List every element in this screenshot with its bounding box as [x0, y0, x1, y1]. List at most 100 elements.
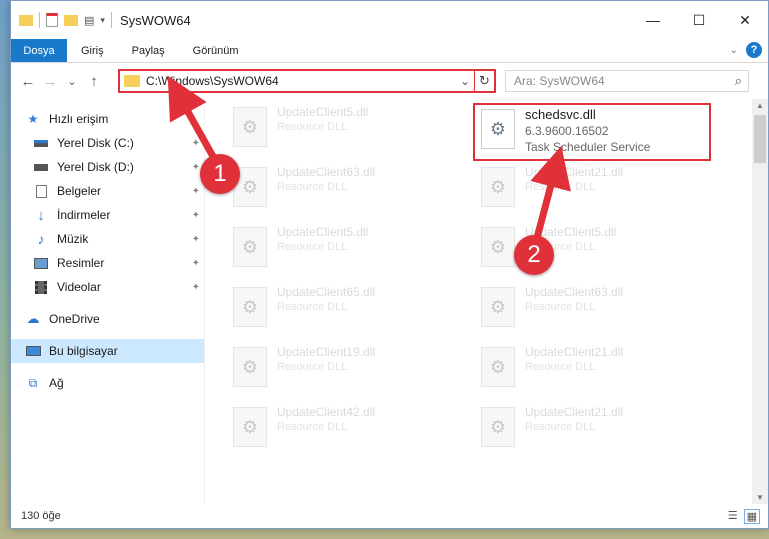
expand-ribbon-icon[interactable]: ⌄	[730, 45, 738, 56]
file-name: UpdateClient5.dll	[277, 105, 369, 119]
tab-view[interactable]: Görünüm	[179, 39, 253, 62]
sidebar-item-label: Ağ	[49, 376, 64, 390]
ribbon-right: ⌄ ?	[730, 42, 762, 58]
window-controls: — ☐ ✕	[630, 1, 768, 39]
list-item[interactable]: ⚙ UpdateClient63.dll Resource DLL	[475, 283, 705, 339]
pin-icon[interactable]: ✦	[192, 282, 200, 293]
sidebar-item-music[interactable]: ♪ Müzik ✦	[11, 227, 204, 251]
search-placeholder: Ara: SysWOW64	[514, 74, 605, 88]
file-desc: Task Scheduler Service	[525, 140, 651, 154]
list-item[interactable]: ⚙ UpdateClient21.dll Resource DLL	[475, 343, 705, 399]
dll-file-icon: ⚙	[233, 107, 267, 147]
item-count: 130 öğe	[21, 510, 61, 522]
file-desc: Resource DLL	[277, 241, 348, 253]
explorer-window: ▤ ▾ SysWOW64 — ☐ ✕ Dosya Giriş Paylaş Gö…	[10, 0, 769, 529]
refresh-button[interactable]: ↻	[474, 71, 494, 91]
list-item[interactable]: ⚙ UpdateClient5.dll Resource DLL	[227, 103, 457, 159]
sidebar-item-label: Müzik	[57, 232, 89, 246]
pin-icon[interactable]: ✦	[192, 186, 200, 197]
network-icon: ⧉	[28, 375, 38, 390]
properties-icon[interactable]	[46, 13, 58, 27]
help-button[interactable]: ?	[746, 42, 762, 58]
sidebar-item-documents[interactable]: Belgeler ✦	[11, 179, 204, 203]
tab-share[interactable]: Paylaş	[118, 39, 179, 62]
file-version: 6.3.9600.16502	[525, 124, 609, 138]
file-desc: Resource DLL	[277, 361, 348, 373]
tiles-view-icon[interactable]: ▦	[743, 509, 760, 524]
new-folder-icon[interactable]	[64, 14, 78, 26]
file-desc: Resource DLL	[277, 121, 348, 133]
file-name: UpdateClient21.dll	[525, 165, 624, 179]
sidebar-item-label: Resimler	[57, 256, 105, 270]
folder-icon	[19, 14, 33, 26]
sidebar-item-videos[interactable]: Videolar ✦	[11, 275, 204, 299]
dll-file-icon: ⚙	[481, 109, 515, 149]
details-view-icon[interactable]: ☰	[728, 509, 738, 524]
list-item[interactable]: ⚙ UpdateClient5.dll Resource DLL	[475, 223, 705, 279]
pin-icon[interactable]: ✦	[192, 258, 200, 269]
forward-button[interactable]: →	[39, 73, 61, 90]
downloads-icon: ↓	[37, 206, 45, 224]
pin-icon[interactable]: ✦	[192, 234, 200, 245]
file-name: UpdateClient65.dll	[277, 285, 376, 299]
file-name: UpdateClient63.dll	[277, 165, 376, 179]
address-bar[interactable]: C:\Windows\SysWOW64 ⌄ ↻	[118, 69, 496, 93]
list-item[interactable]: ⚙ UpdateClient5.dll Resource DLL	[227, 223, 457, 279]
qat-dropdown-icon[interactable]: ▾	[100, 15, 105, 26]
file-name: UpdateClient19.dll	[277, 345, 376, 359]
sidebar-item-label: Hızlı erişim	[49, 112, 109, 126]
search-input[interactable]: Ara: SysWOW64 ⌕	[505, 70, 749, 92]
sidebar-item-disk-c[interactable]: Yerel Disk (C:) ✦	[11, 131, 204, 155]
dll-file-icon: ⚙	[233, 227, 267, 267]
quick-access-toolbar: ▤ ▾	[11, 12, 112, 28]
tab-home[interactable]: Giriş	[67, 39, 118, 62]
dll-file-icon: ⚙	[233, 347, 267, 387]
scrollbar-thumb[interactable]	[754, 115, 766, 163]
address-dropdown-icon[interactable]: ⌄	[456, 74, 474, 88]
list-item-schedsvc[interactable]: ⚙ schedsvc.dll 6.3.9600.16502 Task Sched…	[475, 105, 705, 161]
address-text[interactable]: C:\Windows\SysWOW64	[146, 74, 456, 88]
sidebar-item-downloads[interactable]: ↓ İndirmeler ✦	[11, 203, 204, 227]
cloud-icon: ☁	[26, 311, 40, 326]
list-item[interactable]: ⚙ UpdateClient19.dll Resource DLL	[227, 343, 457, 399]
pin-icon[interactable]: ✦	[192, 210, 200, 221]
dll-file-icon: ⚙	[233, 287, 267, 327]
tab-file[interactable]: Dosya	[11, 39, 67, 62]
sidebar-item-this-pc[interactable]: Bu bilgisayar	[11, 339, 204, 363]
back-button[interactable]: ←	[17, 73, 39, 90]
sidebar-item-label: Videolar	[57, 280, 101, 294]
sidebar-item-onedrive[interactable]: ☁ OneDrive	[11, 307, 204, 331]
pin-icon[interactable]: ✦	[192, 138, 200, 149]
file-desc: Resource DLL	[525, 361, 596, 373]
sidebar-item-label: Bu bilgisayar	[49, 344, 118, 358]
file-name: UpdateClient42.dll	[277, 405, 376, 419]
minimize-button[interactable]: —	[630, 1, 676, 39]
view-icon[interactable]: ▤	[84, 14, 94, 27]
list-item[interactable]: ⚙ UpdateClient42.dll Resource DLL	[227, 403, 457, 459]
list-item[interactable]: ⚙ UpdateClient63.dll Resource DLL	[227, 163, 457, 219]
sidebar-item-pictures[interactable]: Resimler ✦	[11, 251, 204, 275]
list-item[interactable]: ⚙ UpdateClient21.dll Resource DLL	[475, 403, 705, 459]
up-button[interactable]: ↑	[83, 73, 105, 90]
search-icon[interactable]: ⌕	[735, 73, 742, 89]
main-content: ★ Hızlı erişim Yerel Disk (C:) ✦ Yerel D…	[11, 99, 768, 504]
file-name: UpdateClient21.dll	[525, 405, 624, 419]
window-title: SysWOW64	[119, 12, 191, 28]
scroll-up-icon[interactable]: ▲	[752, 101, 768, 110]
recent-locations-button[interactable]: ⌄	[61, 75, 83, 88]
scroll-down-icon[interactable]: ▼	[752, 493, 768, 502]
pin-icon[interactable]: ✦	[192, 162, 200, 173]
close-button[interactable]: ✕	[722, 1, 768, 39]
list-item[interactable]: ⚙ UpdateClient65.dll Resource DLL	[227, 283, 457, 339]
view-buttons: ☰ ▦	[728, 509, 760, 524]
dll-file-icon: ⚙	[481, 407, 515, 447]
dll-file-icon: ⚙	[481, 347, 515, 387]
list-item[interactable]: ⚙ UpdateClient21.dll Resource DLL	[475, 163, 705, 219]
sidebar-item-network[interactable]: ⧉ Ağ	[11, 371, 204, 395]
vertical-scrollbar[interactable]: ▲ ▼	[752, 99, 768, 504]
sidebar-item-quick-access[interactable]: ★ Hızlı erişim	[11, 107, 204, 131]
sidebar-item-disk-d[interactable]: Yerel Disk (D:) ✦	[11, 155, 204, 179]
maximize-button[interactable]: ☐	[676, 1, 722, 39]
